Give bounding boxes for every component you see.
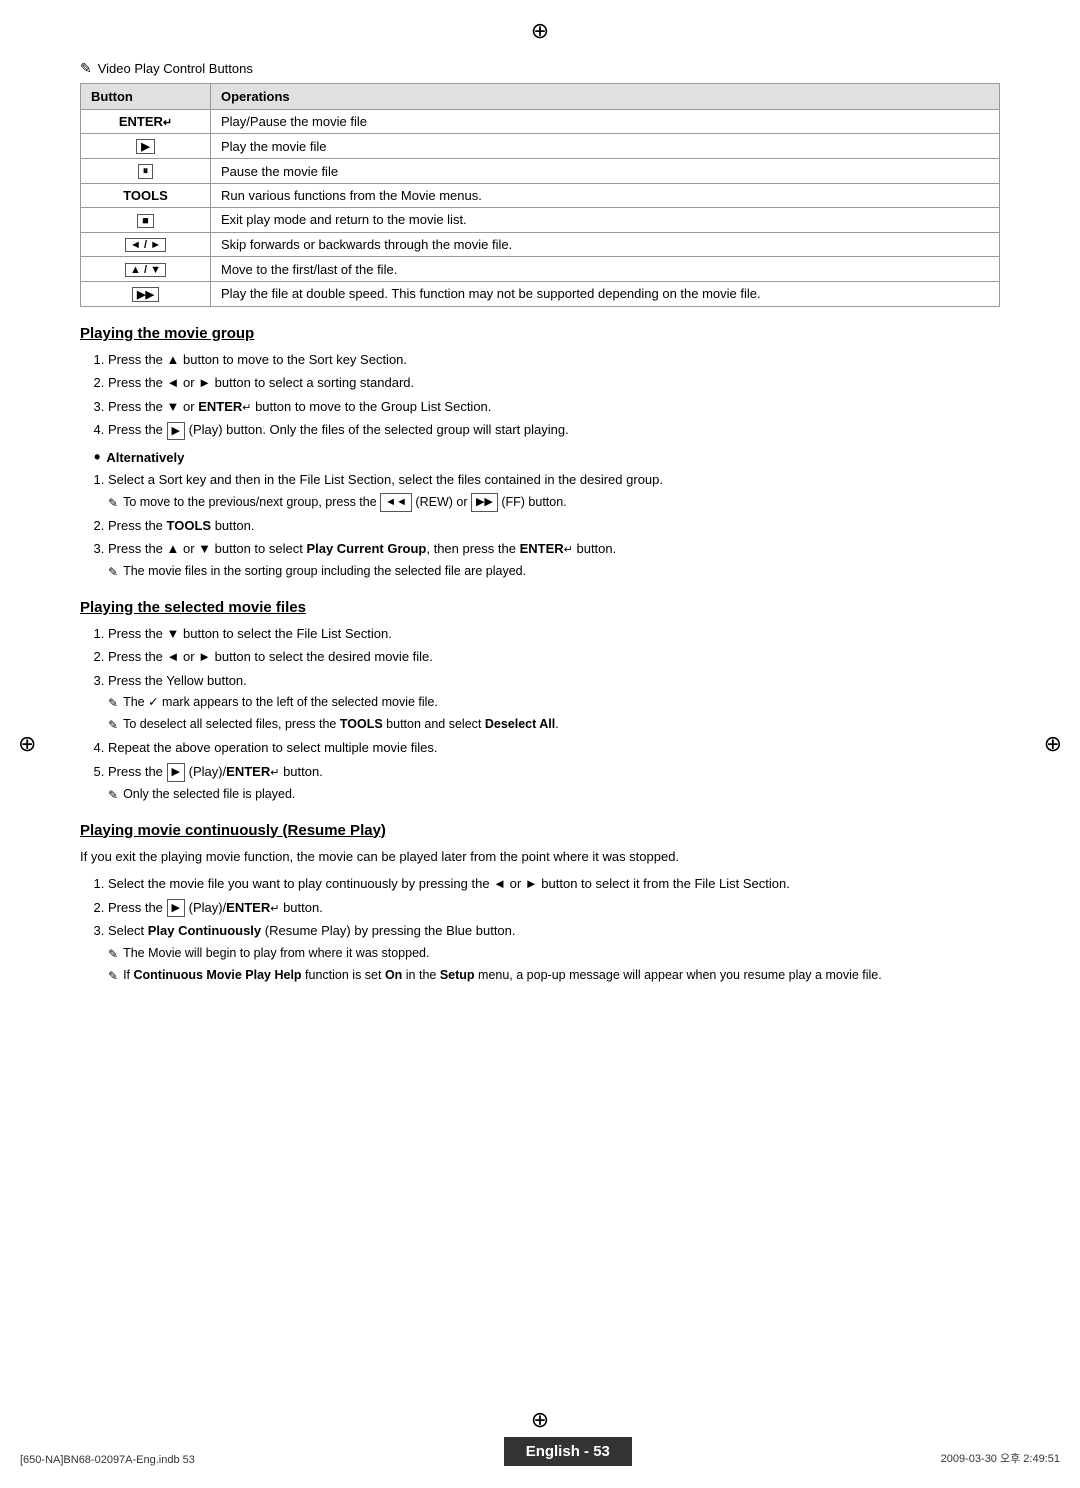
- top-registration-icon: ⊕: [531, 18, 549, 44]
- table-row: ▶▶ Play the file at double speed. This f…: [81, 281, 1000, 306]
- table-row: TOOLS Run various functions from the Mov…: [81, 184, 1000, 208]
- section3-intro: If you exit the playing movie function, …: [80, 847, 1000, 867]
- list-item: Press the ▼ or ENTER↵ button to move to …: [108, 397, 1000, 417]
- table-row: ENTER↵ Play/Pause the movie file: [81, 110, 1000, 134]
- note-text: The movie files in the sorting group inc…: [123, 562, 526, 581]
- right-registration-icon: ⊕: [1044, 731, 1062, 757]
- section1-steps: Press the ▲ button to move to the Sort k…: [108, 350, 1000, 440]
- list-item: Repeat the above operation to select mul…: [108, 738, 1000, 758]
- table-section-label: ✎ Video Play Control Buttons: [80, 60, 1000, 77]
- footer-badge: English - 53: [504, 1437, 632, 1466]
- list-item: Press the ▶ (Play)/ENTER↵ button. ✎ Only…: [108, 762, 1000, 804]
- left-registration-icon: ⊕: [18, 731, 36, 757]
- section1-heading: Playing the movie group: [80, 325, 1000, 342]
- table-cell-button: ⏸: [81, 159, 211, 184]
- list-item: Select a Sort key and then in the File L…: [108, 470, 1000, 512]
- list-item: Press the ▼ button to select the File Li…: [108, 624, 1000, 644]
- note-icon: ✎: [108, 786, 118, 804]
- table-row: ◄ / ► Skip forwards or backwards through…: [81, 232, 1000, 257]
- section2-steps: Press the ▼ button to select the File Li…: [108, 624, 1000, 804]
- bottom-registration-icon: ⊕: [531, 1407, 549, 1433]
- bullet-icon: •: [94, 448, 100, 466]
- list-item: Press the ◄ or ► button to select the de…: [108, 647, 1000, 667]
- list-item: Press the Yellow button. ✎ The ✓ mark ap…: [108, 671, 1000, 735]
- list-item: Press the ▲ button to move to the Sort k…: [108, 350, 1000, 370]
- section3-steps: Select the movie file you want to play c…: [108, 874, 1000, 985]
- table-cell-button: ▶▶: [81, 281, 211, 306]
- note-text: To deselect all selected files, press th…: [123, 715, 559, 734]
- list-item: Select Play Continuously (Resume Play) b…: [108, 921, 1000, 985]
- table-cell-ops: Play/Pause the movie file: [211, 110, 1000, 134]
- table-row: ⏸ Pause the movie file: [81, 159, 1000, 184]
- list-item: Select the movie file you want to play c…: [108, 874, 1000, 894]
- footer-center: English - 53: [504, 1437, 632, 1466]
- list-item: Press the ▶ (Play) button. Only the file…: [108, 420, 1000, 440]
- note-icon: ✎: [108, 494, 118, 512]
- table-cell-ops: Play the file at double speed. This func…: [211, 281, 1000, 306]
- section2-heading: Playing the selected movie files: [80, 599, 1000, 616]
- note-icon: ✎: [108, 716, 118, 734]
- note-icon: ✎: [108, 563, 118, 581]
- section3-heading: Playing movie continuously (Resume Play): [80, 822, 1000, 839]
- note-text: The Movie will begin to play from where …: [123, 944, 429, 963]
- table-cell-button: TOOLS: [81, 184, 211, 208]
- list-item: Press the ▲ or ▼ button to select Play C…: [108, 539, 1000, 581]
- table-cell-button: ENTER↵: [81, 110, 211, 134]
- note-text: The ✓ mark appears to the left of the se…: [123, 693, 438, 712]
- table-row: ▲ / ▼ Move to the first/last of the file…: [81, 257, 1000, 282]
- note-text: Only the selected file is played.: [123, 785, 295, 804]
- note-text: If Continuous Movie Play Help function i…: [123, 966, 882, 985]
- list-item: Press the ▶ (Play)/ENTER↵ button.: [108, 898, 1000, 918]
- note-text: To move to the previous/next group, pres…: [123, 493, 567, 512]
- note-icon: ✎: [108, 694, 118, 712]
- table-cell-button: ▶: [81, 134, 211, 159]
- note-icon: ✎: [108, 945, 118, 963]
- footer-right: 2009-03-30 오후 2:49:51: [941, 1450, 1060, 1466]
- table-cell-ops: Pause the movie file: [211, 159, 1000, 184]
- list-item: Press the TOOLS button.: [108, 516, 1000, 536]
- table-cell-ops: Move to the first/last of the file.: [211, 257, 1000, 282]
- table-header-button: Button: [81, 84, 211, 110]
- table-cell-ops: Exit play mode and return to the movie l…: [211, 208, 1000, 233]
- table-header-operations: Operations: [211, 84, 1000, 110]
- section1-alt-steps: Select a Sort key and then in the File L…: [108, 470, 1000, 581]
- list-item: Press the ◄ or ► button to select a sort…: [108, 373, 1000, 393]
- alternatively-header: • Alternatively: [94, 448, 1000, 466]
- page: ⊕ ⊕ ⊕ ✎ Video Play Control Buttons Butto…: [0, 0, 1080, 1488]
- footer-left: [650-NA]BN68-02097A-Eng.indb 53: [20, 1454, 195, 1466]
- video-controls-table: Button Operations ENTER↵ Play/Pause the …: [80, 83, 1000, 307]
- note-circle-icon: ✎: [80, 60, 92, 77]
- table-cell-ops: Skip forwards or backwards through the m…: [211, 232, 1000, 257]
- table-row: ■ Exit play mode and return to the movie…: [81, 208, 1000, 233]
- footer: [650-NA]BN68-02097A-Eng.indb 53 English …: [0, 1437, 1080, 1466]
- table-cell-button: ■: [81, 208, 211, 233]
- note-icon: ✎: [108, 967, 118, 985]
- table-cell-button: ◄ / ►: [81, 232, 211, 257]
- table-cell-button: ▲ / ▼: [81, 257, 211, 282]
- table-cell-ops: Run various functions from the Movie men…: [211, 184, 1000, 208]
- table-row: ▶ Play the movie file: [81, 134, 1000, 159]
- table-cell-ops: Play the movie file: [211, 134, 1000, 159]
